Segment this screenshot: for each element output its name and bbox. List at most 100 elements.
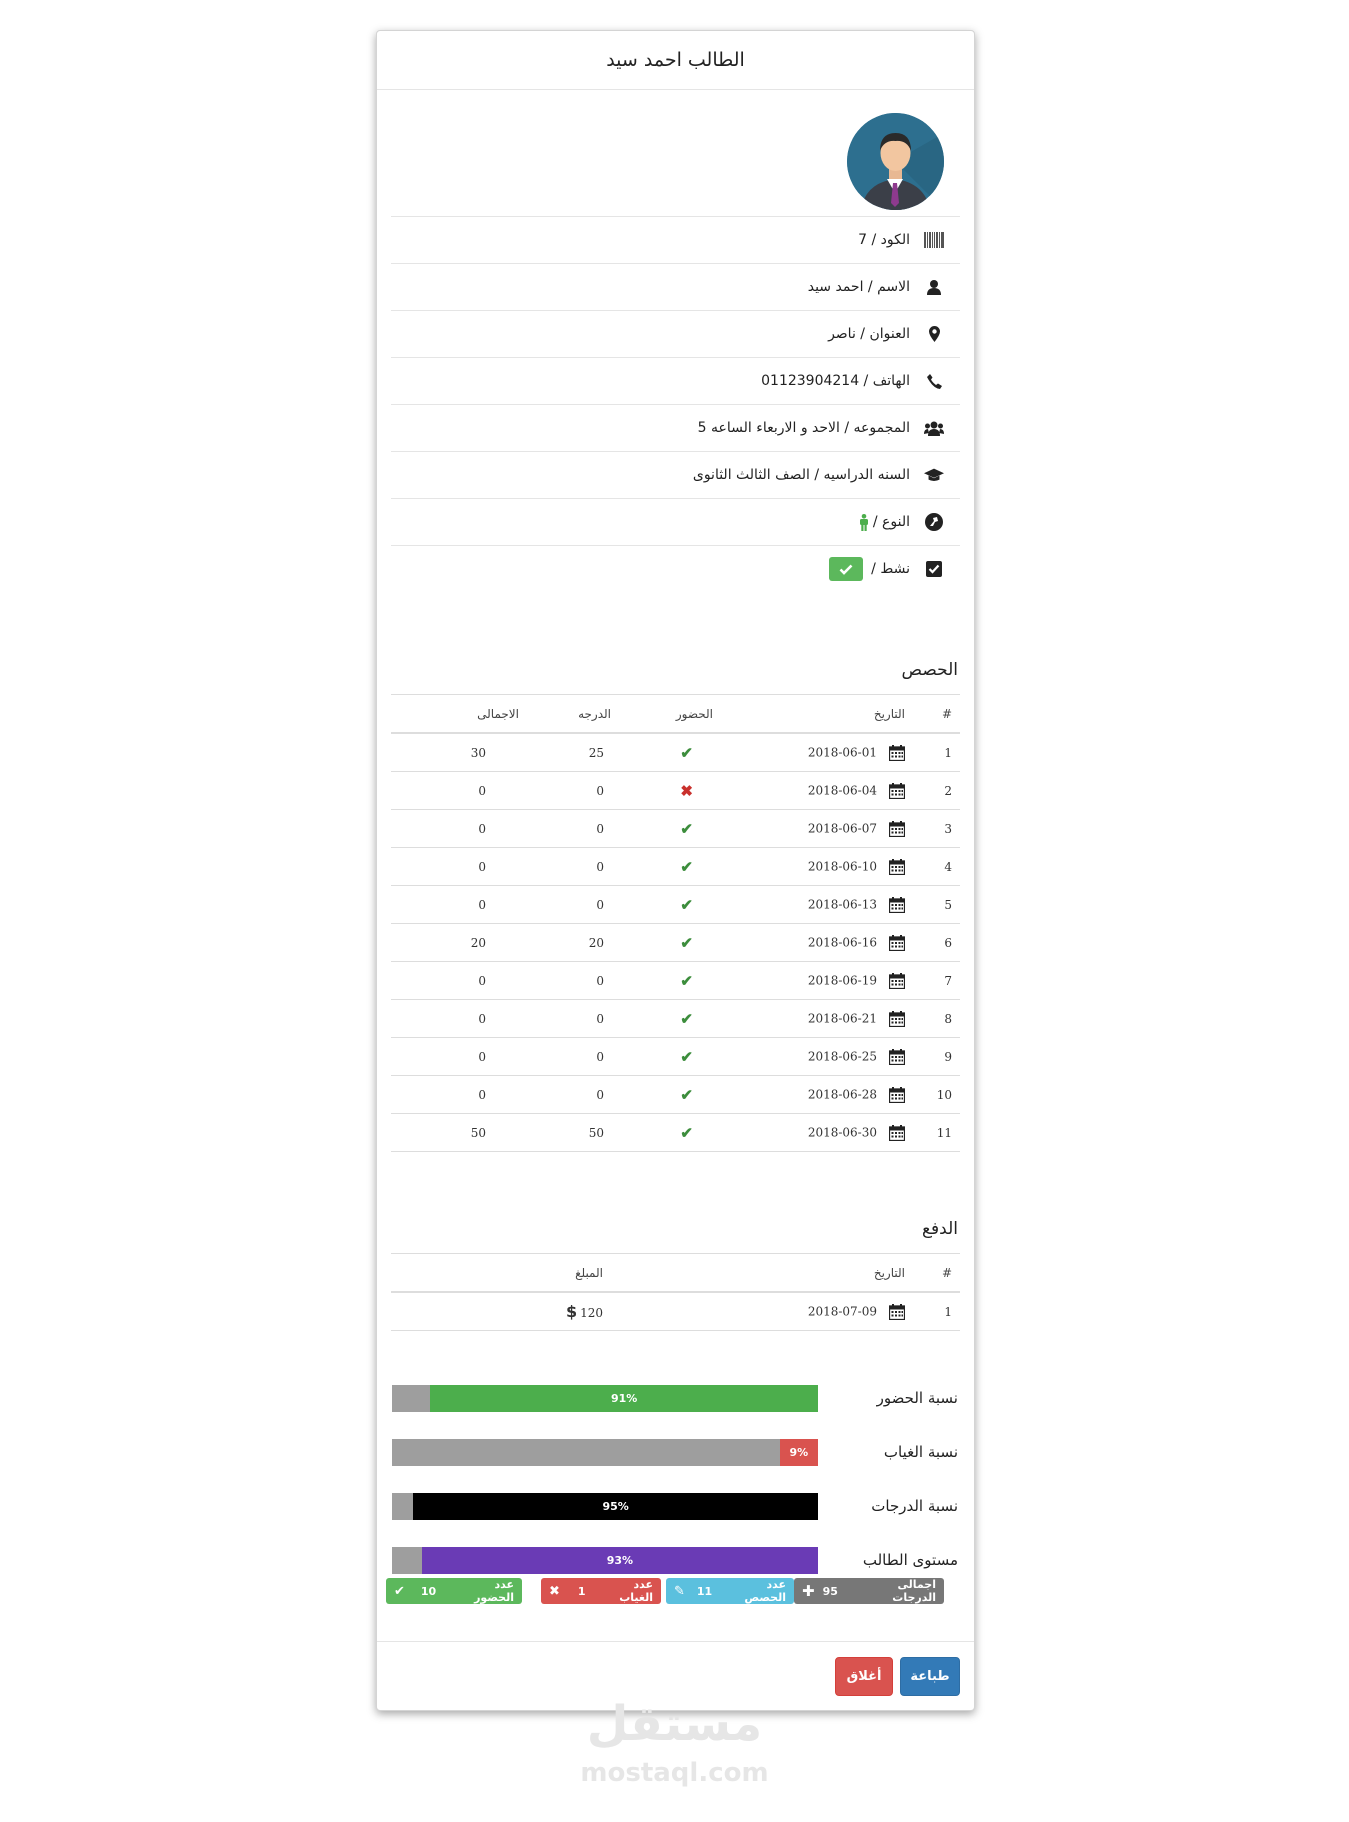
progress-track: 95% (392, 1492, 818, 1520)
progress-row: نسبة الغياب 9% (391, 1425, 960, 1479)
code-text: الكود / 7 (858, 232, 910, 248)
row-number: 9 (913, 1037, 960, 1076)
progress-fill: 91% (430, 1384, 818, 1412)
info-group: المجموعه / الاحد و الاربعاء الساعه 5 (391, 405, 960, 452)
male-icon (859, 513, 869, 531)
calendar-icon (889, 782, 905, 799)
row-date: 2018-06-19 (807, 973, 877, 987)
calendar-icon (889, 896, 905, 913)
payment-amount-cell: $120 (391, 1292, 604, 1331)
check-icon: ✔ (680, 819, 693, 838)
row-date-cell: 2018-06-01 (714, 733, 913, 772)
row-attendance: ✔ (612, 885, 714, 924)
row-date-cell: 2018-06-13 (714, 885, 913, 924)
calendar-icon (889, 972, 905, 989)
attendance-count-label: عدد الحضور (474, 1578, 514, 1604)
check-icon: ✔ (680, 743, 693, 762)
absence-count-value: 1 (577, 1584, 586, 1598)
edit-icon: ✎ (674, 1583, 685, 1599)
barcode-icon (924, 230, 944, 250)
row-grade: 0 (520, 771, 612, 810)
calendar-icon (889, 858, 905, 875)
info-name: الاسم / احمد سيد (391, 264, 960, 311)
user-icon (924, 277, 944, 297)
modal-body: الكود / 7 الاسم / احمد سيد العنوان / ناص… (377, 90, 974, 1587)
payments-header-row: # التاريخ المبلغ (391, 1253, 960, 1293)
payments-section: الدفع # التاريخ المبلغ 1 2018-07-09 $120 (391, 1219, 960, 1331)
check-icon: ✔ (680, 1047, 693, 1066)
progress-label: مستوى الطالب (862, 1551, 958, 1569)
row-date-cell: 2018-06-16 (714, 923, 913, 962)
sessions-section: الحصص # التاريخ الحضور الدرجه الاجمالى 1… (391, 660, 960, 1152)
users-icon (924, 418, 944, 438)
row-date: 2018-06-25 (807, 1049, 877, 1063)
dollar-icon: $ (565, 1302, 578, 1321)
check-icon: ✔ (680, 933, 693, 952)
pay-col-amount: المبلغ (391, 1253, 604, 1293)
student-modal: الطالب احمد سيد الكود / 7 الاسم / احمد س… (376, 30, 975, 1711)
calendar-icon (889, 1303, 905, 1320)
total-grades-badge: اجمالى الدرجات 95 ✚ (794, 1578, 944, 1604)
watermark-logo: مستقل (586, 1696, 763, 1752)
progress-fill: 95% (413, 1492, 818, 1520)
phone-icon (924, 371, 944, 391)
table-row: 1 2018-07-09 $120 (391, 1292, 960, 1331)
info-active: نشط / (391, 546, 960, 592)
col-grade: الدرجه (520, 694, 612, 734)
check-icon (839, 564, 853, 575)
attendance-count-badge: عدد الحضور 10 ✔ (386, 1578, 522, 1604)
row-grade: 20 (520, 923, 612, 962)
row-attendance: ✔ (612, 961, 714, 1000)
payments-table: # التاريخ المبلغ 1 2018-07-09 $120 (391, 1253, 960, 1331)
row-date-cell: 2018-06-30 (714, 1113, 913, 1152)
row-date: 2018-06-30 (807, 1125, 877, 1139)
print-button[interactable]: طباعة (900, 1657, 960, 1696)
row-grade: 0 (520, 961, 612, 1000)
year-text: السنه الدراسيه / الصف الثالث الثانوى (692, 467, 910, 483)
payment-date: 2018-07-09 (807, 1304, 877, 1318)
table-row: 6 2018-06-16 ✔ 20 20 (391, 923, 960, 962)
row-date: 2018-06-04 (807, 783, 877, 797)
calendar-icon (889, 1086, 905, 1103)
row-total: 0 (391, 961, 520, 1000)
row-total: 0 (391, 1075, 520, 1114)
col-date: التاريخ (714, 694, 913, 734)
sessions-count-badge: عدد الحصص 11 ✎ (666, 1578, 794, 1604)
progress-row: نسبة الدرجات 95% (391, 1479, 960, 1533)
pay-col-date: التاريخ (604, 1253, 913, 1293)
table-row: 11 2018-06-30 ✔ 50 50 (391, 1113, 960, 1152)
checkbox-icon (924, 559, 944, 579)
row-attendance: ✔ (612, 1075, 714, 1114)
row-date: 2018-06-07 (807, 821, 877, 835)
total-grades-value: 95 (822, 1584, 838, 1598)
table-row: 1 2018-06-01 ✔ 25 30 (391, 733, 960, 772)
row-date: 2018-06-28 (807, 1087, 877, 1101)
check-icon: ✔ (680, 971, 693, 990)
row-grade: 0 (520, 847, 612, 886)
sessions-header-row: # التاريخ الحضور الدرجه الاجمالى (391, 694, 960, 734)
info-phone: الهاتف / 01123904214 (391, 358, 960, 405)
row-attendance: ✔ (612, 1113, 714, 1152)
sessions-count-value: 11 (696, 1584, 713, 1598)
row-grade: 0 (520, 1037, 612, 1076)
sessions-heading: الحصص (901, 660, 958, 680)
row-number: 1 (913, 733, 960, 772)
row-grade: 0 (520, 1075, 612, 1114)
info-address: العنوان / ناصر (391, 311, 960, 358)
row-number: 3 (913, 809, 960, 848)
sessions-count-label: عدد الحصص (744, 1578, 786, 1604)
watermark-url: mostaql.com (580, 1758, 769, 1788)
row-date: 2018-06-16 (807, 935, 877, 949)
row-total: 0 (391, 847, 520, 886)
absence-count-badge: عدد الغياب 1 ✖ (541, 1578, 661, 1604)
address-text: العنوان / ناصر (828, 326, 910, 342)
avatar (847, 113, 944, 210)
check-icon: ✔ (680, 1123, 693, 1142)
payment-number: 1 (913, 1292, 960, 1331)
row-grade: 0 (520, 885, 612, 924)
progress-label: نسبة الحضور (876, 1389, 958, 1407)
calendar-icon (889, 744, 905, 761)
close-button[interactable]: أغلاق (835, 1657, 893, 1696)
progress-fill: 9% (779, 1438, 818, 1466)
times-icon: ✖ (680, 781, 693, 800)
